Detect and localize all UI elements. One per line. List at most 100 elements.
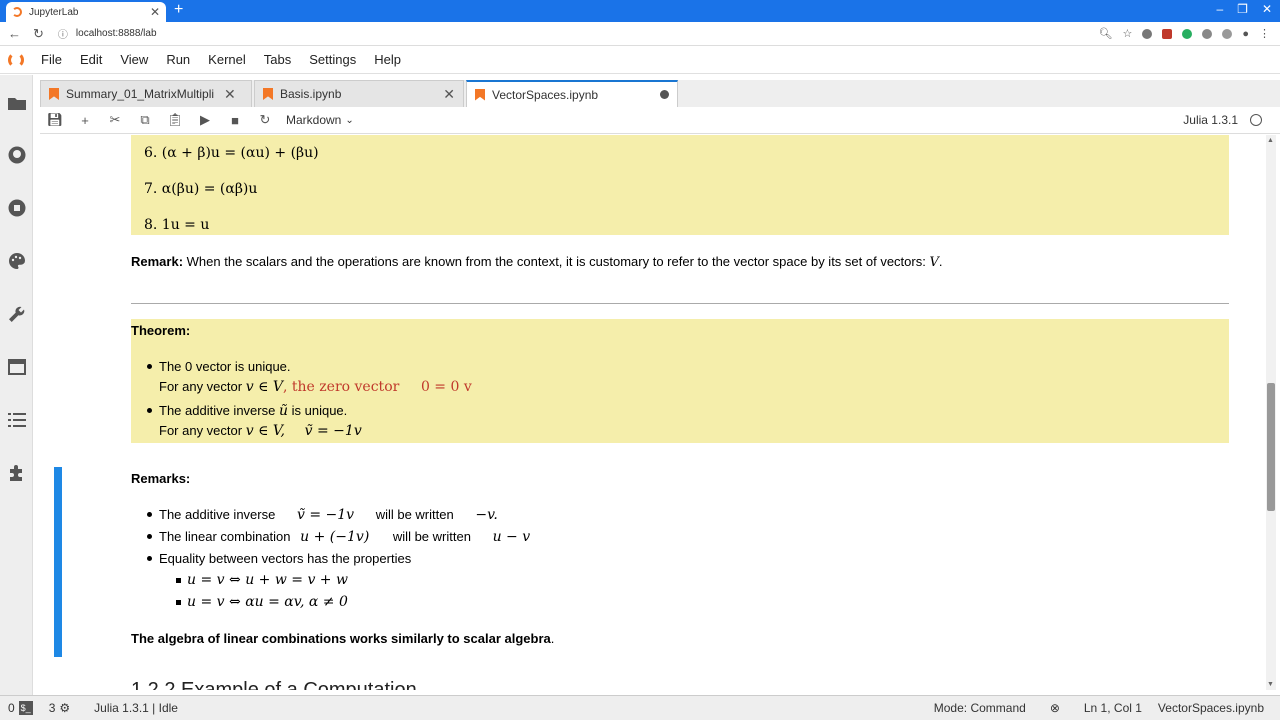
folder-icon[interactable] <box>7 93 26 112</box>
minimize-icon[interactable]: – <box>1216 2 1223 16</box>
terminals-count[interactable]: 0 $_ <box>0 701 41 715</box>
cut-icon[interactable]: ✂ <box>100 112 130 128</box>
extension-icon[interactable] <box>1182 28 1193 39</box>
text: . <box>550 631 555 646</box>
scroll-up-icon[interactable]: ▲ <box>1267 137 1274 144</box>
error-circle-icon[interactable]: ⊗ <box>1042 701 1068 715</box>
extension-icon[interactable] <box>1162 28 1173 39</box>
left-sidebar <box>0 75 33 695</box>
remarks-sub-1: u = v ⇔ u + w = v + w <box>187 572 348 588</box>
close-icon[interactable]: ✕ <box>224 86 236 103</box>
cursor-position[interactable]: Ln 1, Col 1 <box>1076 701 1150 715</box>
red-math: 0 = 0 v <box>420 379 472 395</box>
menu-bar: File Edit View Run Kernel Tabs Settings … <box>0 46 1280 74</box>
notebook-panel[interactable]: 6. (α + β)u = (αu) + (βu) 7. α(βu) = (αβ… <box>40 135 1266 690</box>
theorem-item-2: The additive inverse ũ is unique. <box>159 403 347 419</box>
save-icon[interactable]: 💾︎ <box>40 112 70 128</box>
tabs-window-icon[interactable] <box>7 357 26 376</box>
notebook-icon <box>49 88 59 100</box>
run-icon[interactable]: ▶ <box>190 112 220 128</box>
axiom-7: 7. α(βu) = (αβ)u <box>144 181 258 197</box>
wrench-icon[interactable] <box>7 304 26 323</box>
list-icon[interactable] <box>7 410 26 429</box>
math: v ∈ V, <box>245 423 286 439</box>
stop-icon[interactable]: ■ <box>220 113 250 128</box>
zoom-icon[interactable]: 🔍︎ <box>1099 27 1113 40</box>
palette-icon[interactable] <box>7 251 26 270</box>
axiom-6: 6. (α + β)u = (αu) + (βu) <box>144 145 319 161</box>
close-window-icon[interactable]: ✕ <box>1262 2 1272 16</box>
doc-tab-label: Summary_01_MatrixMultipli <box>66 87 215 101</box>
menu-kernel[interactable]: Kernel <box>199 52 255 67</box>
stop-circle-icon[interactable] <box>7 198 26 217</box>
kernel-indicator[interactable]: Julia 1.3.1 <box>1183 113 1280 127</box>
cell-type-select[interactable]: Markdown ⌄ <box>286 113 354 127</box>
back-icon[interactable]: ← <box>8 26 21 42</box>
jupyter-icon <box>12 7 22 17</box>
status-bar: 0 $_ 3 ⚙ Julia 1.3.1 | Idle Mode: Comman… <box>0 695 1280 720</box>
notebook-scrollbar[interactable]: ▲ ▼ <box>1266 135 1276 690</box>
text: The additive inverse <box>159 403 276 418</box>
menu-file[interactable]: File <box>32 52 71 67</box>
extension-puzzle-icon[interactable] <box>7 463 26 482</box>
reload-icon[interactable]: ↻ <box>33 26 44 42</box>
doc-tab-vectorspaces[interactable]: VectorSpaces.ipynb <box>466 80 678 107</box>
theorem-item-1: The 0 vector is unique. <box>159 359 291 374</box>
text: The additive inverse <box>159 507 276 522</box>
copy-icon[interactable]: ⧉ <box>130 112 160 128</box>
notebook-icon <box>475 88 485 101</box>
menu-settings[interactable]: Settings <box>300 52 365 67</box>
extension-icon[interactable] <box>1202 28 1213 39</box>
paste-icon[interactable]: 📋︎ <box>160 112 190 128</box>
gear-icon: ⚙ <box>59 701 71 715</box>
url-text: localhost:8888/lab <box>75 28 157 39</box>
text: is unique. <box>291 403 348 418</box>
menu-view[interactable]: View <box>111 52 157 67</box>
restart-icon[interactable]: ↻ <box>250 112 280 128</box>
theorem-label: Theorem: <box>131 323 191 338</box>
kernel-idle-icon <box>1250 114 1262 126</box>
math: ũ <box>278 403 288 419</box>
status-filename: VectorSpaces.ipynb <box>1157 701 1264 715</box>
menu-help[interactable]: Help <box>365 52 410 67</box>
text: will be written <box>392 529 471 544</box>
math: v ∈ V <box>245 379 284 395</box>
new-tab-icon[interactable]: + <box>174 1 183 19</box>
math: ṽ = −1v <box>304 423 362 439</box>
github-icon[interactable] <box>7 145 26 164</box>
url-field[interactable]: ⓘ localhost:8888/lab <box>58 26 157 41</box>
mode-indicator: Mode: Command <box>933 701 1026 715</box>
extension-icon[interactable] <box>1222 28 1233 39</box>
text: The linear combination <box>159 529 291 544</box>
scrollbar-thumb[interactable] <box>1267 383 1275 511</box>
restore-icon[interactable]: ❐ <box>1237 2 1248 16</box>
doc-tab-summary[interactable]: Summary_01_MatrixMultipli ✕ <box>40 80 252 107</box>
theorem-item-2-detail: For any vector v ∈ V, ṽ = −1v <box>159 423 362 439</box>
menu-tabs[interactable]: Tabs <box>255 52 300 67</box>
doc-tab-basis[interactable]: Basis.ipynb ✕ <box>254 80 464 107</box>
unsaved-dot-icon[interactable] <box>660 90 669 99</box>
kernel-status[interactable]: Julia 1.3.1 | Idle <box>86 701 186 715</box>
notebook-toolbar: 💾︎ + ✂ ⧉ 📋︎ ▶ ■ ↻ Markdown ⌄ Julia 1.3.1 <box>40 107 1280 134</box>
profile-icon[interactable]: ● <box>1242 28 1249 40</box>
remark-paragraph: Remark: When the scalars and the operati… <box>131 254 943 270</box>
window-controls: – ❐ ✕ <box>1216 2 1272 16</box>
kernels-count[interactable]: 3 ⚙ <box>41 701 78 715</box>
bullet <box>147 556 152 561</box>
browser-tab[interactable]: JupyterLab ✕ <box>6 2 166 22</box>
menu-edit[interactable]: Edit <box>71 52 111 67</box>
scroll-down-icon[interactable]: ▼ <box>1267 681 1274 688</box>
bookmark-star-icon[interactable]: ☆ <box>1122 27 1132 40</box>
active-cell-indicator[interactable] <box>54 467 62 657</box>
close-tab-icon[interactable]: ✕ <box>150 5 160 19</box>
remarks-label: Remarks: <box>131 471 191 486</box>
add-cell-icon[interactable]: + <box>70 113 100 128</box>
text: will be written <box>375 507 454 522</box>
menu-run[interactable]: Run <box>157 52 199 67</box>
extension-icon[interactable] <box>1142 28 1153 39</box>
theorem-item-1-detail: For any vector v ∈ V, the zero vector 0 … <box>159 379 472 395</box>
browser-menu-icon[interactable]: ⋮ <box>1259 27 1270 40</box>
red-text: , the zero vector <box>283 379 400 395</box>
close-icon[interactable]: ✕ <box>443 86 455 103</box>
count: 3 <box>48 701 56 715</box>
